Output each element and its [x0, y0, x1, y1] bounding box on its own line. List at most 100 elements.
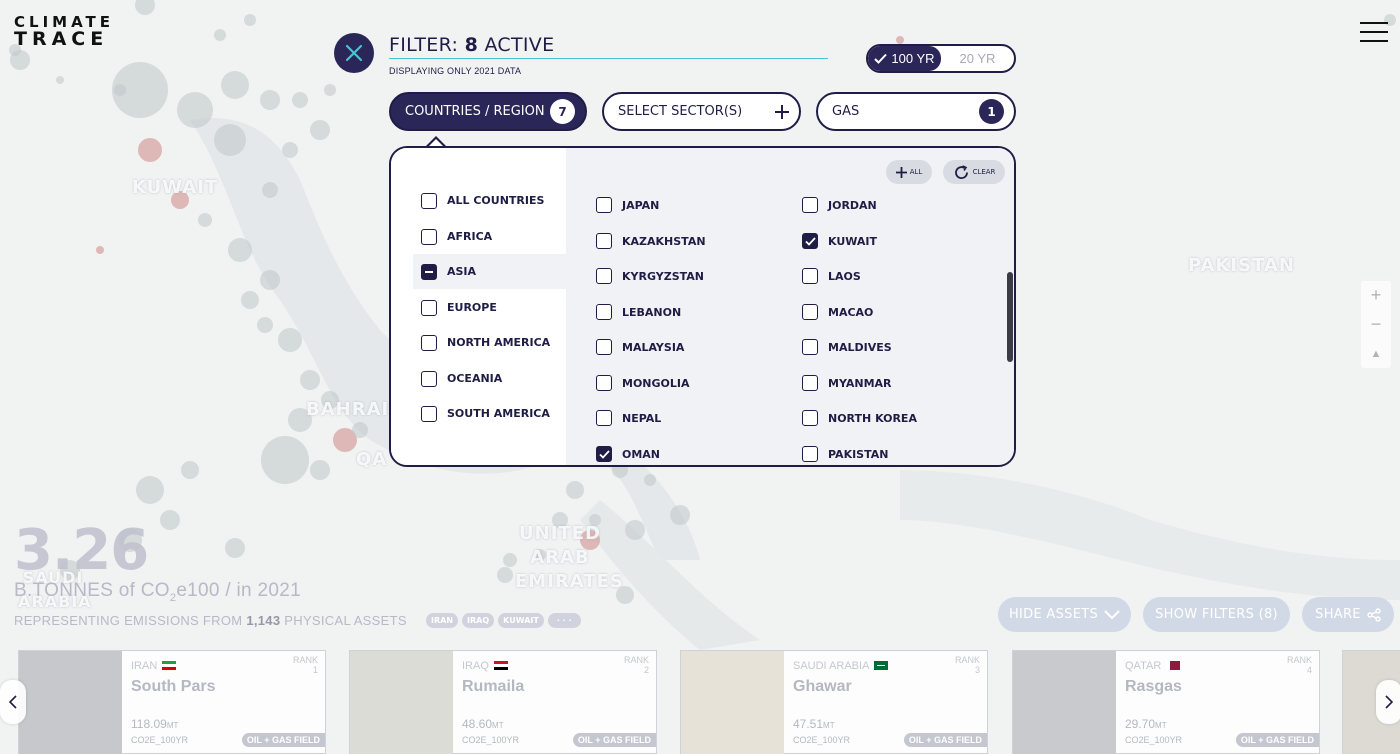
- emission-bubble[interactable]: [225, 538, 245, 558]
- select-all-button[interactable]: ALL: [886, 160, 932, 184]
- share-button[interactable]: SHARE: [1302, 597, 1394, 632]
- carousel-prev-button[interactable]: [0, 680, 26, 724]
- emission-bubble[interactable]: [310, 460, 330, 480]
- checkbox[interactable]: [596, 304, 612, 320]
- clear-button[interactable]: CLEAR: [943, 160, 1005, 184]
- emission-bubble[interactable]: [198, 213, 212, 227]
- emission-bubble[interactable]: [136, 476, 164, 504]
- region-item[interactable]: SOUTH AMERICA: [413, 396, 566, 431]
- chip-kuwait[interactable]: KUWAIT: [498, 613, 544, 628]
- close-filter-button[interactable]: [334, 33, 374, 73]
- partial-checkbox-icon[interactable]: [421, 263, 437, 280]
- countries-region-pill[interactable]: COUNTRIES / REGION 7: [389, 92, 587, 131]
- emission-bubble[interactable]: [352, 422, 368, 438]
- checkbox[interactable]: [421, 192, 437, 209]
- emission-bubble[interactable]: [257, 317, 273, 333]
- emission-bubble[interactable]: [670, 505, 690, 525]
- emission-bubble[interactable]: [214, 29, 226, 41]
- country-item[interactable]: MACAO: [802, 302, 873, 322]
- country-item[interactable]: JAPAN: [596, 195, 659, 215]
- checkbox[interactable]: [802, 268, 818, 284]
- emission-bubble[interactable]: [221, 71, 249, 99]
- emission-bubble[interactable]: [282, 142, 298, 158]
- reset-north-button[interactable]: ▲: [1361, 339, 1391, 368]
- country-item[interactable]: KUWAIT: [802, 231, 877, 251]
- checkbox[interactable]: [802, 446, 818, 462]
- checkbox[interactable]: [596, 375, 612, 391]
- region-item[interactable]: EUROPE: [413, 290, 566, 325]
- country-list[interactable]: ALL CLEAR JAPAN KAZAKHSTAN KYRGYZSTAN LEBAN…: [566, 148, 1014, 465]
- checkbox[interactable]: [802, 410, 818, 426]
- checked-checkbox-icon[interactable]: [596, 446, 612, 462]
- emission-bubble[interactable]: [241, 291, 259, 309]
- region-item[interactable]: ASIA: [413, 254, 566, 289]
- region-item[interactable]: NORTH AMERICA: [413, 325, 566, 360]
- chip-iran[interactable]: IRAN: [426, 613, 459, 628]
- country-item[interactable]: NEPAL: [596, 408, 661, 428]
- emission-bubble[interactable]: [310, 120, 330, 140]
- region-item[interactable]: ALL COUNTRIES: [413, 183, 566, 218]
- emission-bubble[interactable]: [278, 328, 302, 352]
- asset-card[interactable]: SAUDI ARABIA RANK 3 Ghawar 47.51MT CO2E_100YR…: [680, 650, 988, 754]
- show-filters-button[interactable]: SHOW FILTERS (8): [1143, 597, 1290, 632]
- gas-pill[interactable]: GAS 1: [816, 92, 1016, 131]
- emission-bubble[interactable]: [260, 90, 280, 110]
- emission-bubble[interactable]: [260, 270, 280, 290]
- checked-checkbox-icon[interactable]: [802, 233, 818, 249]
- emission-bubble[interactable]: [177, 92, 213, 128]
- checkbox[interactable]: [421, 228, 437, 245]
- asset-card[interactable]: QATAR RANK 4 Rasgas 29.70MT CO2E_100YR OIL + G…: [1012, 650, 1320, 754]
- checkbox[interactable]: [421, 370, 437, 387]
- emission-bubble[interactable]: [261, 436, 309, 484]
- emission-bubble[interactable]: [228, 238, 252, 262]
- region-item[interactable]: OCEANIA: [413, 361, 566, 396]
- country-item[interactable]: KYRGYZSTAN: [596, 266, 704, 286]
- emission-bubble[interactable]: [56, 76, 64, 84]
- select-sectors-pill[interactable]: SELECT SECTOR(S): [602, 92, 801, 131]
- country-item[interactable]: MONGOLIA: [596, 373, 690, 393]
- emission-bubble[interactable]: [566, 481, 584, 499]
- emission-bubble[interactable]: [497, 567, 513, 583]
- emission-bubble[interactable]: [300, 370, 320, 390]
- country-item[interactable]: PAKISTAN: [802, 444, 888, 464]
- country-item[interactable]: NORTH KOREA: [802, 408, 917, 428]
- emission-bubble[interactable]: [138, 138, 162, 162]
- asset-card[interactable]: IRAN RANK 1 South Pars 118.09MT CO2E_100YR OIL…: [18, 650, 326, 754]
- zoom-in-button[interactable]: +: [1361, 281, 1391, 310]
- region-item[interactable]: AFRICA: [413, 219, 566, 254]
- checkbox[interactable]: [421, 334, 437, 351]
- toggle-20yr[interactable]: 20 YR: [941, 46, 1014, 71]
- country-item[interactable]: KAZAKHSTAN: [596, 231, 706, 251]
- emission-bubble[interactable]: [181, 461, 199, 479]
- checkbox[interactable]: [596, 339, 612, 355]
- carousel-next-button[interactable]: [1376, 680, 1400, 724]
- hide-assets-button[interactable]: HIDE ASSETS: [998, 597, 1131, 632]
- emission-bubble[interactable]: [896, 36, 904, 44]
- zoom-out-button[interactable]: −: [1361, 310, 1391, 339]
- checkbox[interactable]: [802, 304, 818, 320]
- checkbox[interactable]: [596, 268, 612, 284]
- emission-bubble[interactable]: [644, 474, 656, 486]
- climate-trace-logo[interactable]: CLIMATE TRACE: [14, 14, 114, 49]
- emission-bubble[interactable]: [160, 510, 180, 530]
- dropdown-scrollbar[interactable]: [1007, 272, 1013, 362]
- country-item[interactable]: LAOS: [802, 266, 861, 286]
- emission-bubble[interactable]: [262, 182, 278, 198]
- country-item[interactable]: MALAYSIA: [596, 337, 684, 357]
- chip-more[interactable]: · · ·: [547, 613, 581, 628]
- year-toggle[interactable]: 100 YR 20 YR: [866, 44, 1016, 73]
- checkbox[interactable]: [596, 197, 612, 213]
- emission-bubble[interactable]: [625, 520, 645, 540]
- checkbox[interactable]: [802, 339, 818, 355]
- country-item[interactable]: OMAN: [596, 444, 660, 464]
- emission-bubble[interactable]: [292, 92, 308, 108]
- asset-card[interactable]: IRAQ RANK 2 Rumaila 48.60MT CO2E_100YR OIL + G…: [349, 650, 657, 754]
- menu-icon[interactable]: [1360, 22, 1388, 42]
- emission-bubble[interactable]: [114, 84, 126, 96]
- emission-bubble[interactable]: [96, 246, 104, 254]
- checkbox[interactable]: [421, 299, 437, 316]
- checkbox[interactable]: [596, 410, 612, 426]
- checkbox[interactable]: [802, 375, 818, 391]
- country-item[interactable]: MALDIVES: [802, 337, 892, 357]
- emission-bubble[interactable]: [214, 124, 246, 156]
